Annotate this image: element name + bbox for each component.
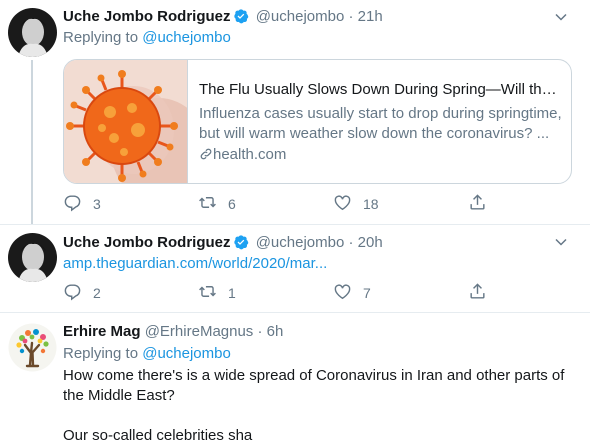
- reply-count: 3: [93, 196, 101, 212]
- card-thumbnail: [64, 60, 188, 183]
- card-domain: health.com: [199, 145, 563, 165]
- tweet-header: Uche Jombo Rodriguez @uchejombo · 20h: [63, 233, 383, 256]
- separator-dot: ·: [348, 8, 354, 25]
- author-name[interactable]: Erhire Mag: [63, 323, 141, 340]
- tweet-header: Uche Jombo Rodriguez @uchejombo · 21h: [63, 7, 383, 30]
- tweet-text-line-2: the Middle East?: [63, 387, 175, 404]
- author-handle[interactable]: @ErhireMagnus: [145, 323, 254, 340]
- reply-button[interactable]: 3: [63, 194, 101, 214]
- tweet-link[interactable]: amp.theguardian.com/world/2020/mar...: [63, 255, 327, 272]
- timestamp[interactable]: 21h: [358, 8, 383, 25]
- verified-badge-icon: [233, 8, 249, 30]
- replying-to-handle[interactable]: @uchejombo: [142, 345, 231, 362]
- reply-icon: [63, 282, 82, 304]
- timestamp[interactable]: 6h: [267, 323, 284, 340]
- avatar[interactable]: [8, 323, 57, 372]
- author-handle[interactable]: @uchejombo: [256, 8, 345, 25]
- verified-badge-icon: [233, 234, 249, 256]
- tweet-text-line-3: Our so-called celebrities sha: [63, 427, 253, 444]
- avatar-tree-logo: [8, 323, 57, 372]
- separator-dot: ·: [348, 234, 354, 251]
- timestamp[interactable]: 20h: [358, 234, 383, 251]
- card-domain-text: health.com: [213, 146, 287, 163]
- author-name[interactable]: Uche Jombo Rodriguez: [63, 8, 231, 25]
- retweet-count: 6: [228, 196, 236, 212]
- reply-count: 2: [93, 285, 101, 301]
- like-icon: [333, 193, 352, 215]
- card-body: The Flu Usually Slows Down During Spring…: [199, 80, 563, 165]
- chevron-down-icon[interactable]: [554, 235, 568, 249]
- link-card[interactable]: The Flu Usually Slows Down During Spring…: [63, 59, 572, 184]
- tweet-text: amp.theguardian.com/world/2020/mar...: [63, 254, 563, 274]
- retweet-count: 1: [228, 285, 236, 301]
- like-button[interactable]: 18: [333, 194, 379, 214]
- author-handle[interactable]: @uchejombo: [256, 234, 345, 251]
- replying-to: Replying to @uchejombo: [63, 344, 231, 364]
- tweet-actions: 3 6 18: [63, 194, 503, 214]
- retweet-button[interactable]: 1: [198, 283, 236, 303]
- author-name[interactable]: Uche Jombo Rodriguez: [63, 234, 231, 251]
- avatar[interactable]: [8, 233, 57, 282]
- tweet-3[interactable]: Erhire Mag @ErhireMagnus · 6h Replying t…: [0, 313, 590, 447]
- avatar-photo: [8, 233, 57, 282]
- share-button[interactable]: [468, 194, 487, 214]
- link-icon: [199, 146, 213, 163]
- separator-dot: ·: [257, 323, 263, 340]
- share-icon: [468, 282, 487, 304]
- tweet-header: Erhire Mag @ErhireMagnus · 6h: [63, 322, 283, 342]
- like-count: 18: [363, 196, 379, 212]
- tweet-1[interactable]: Uche Jombo Rodriguez @uchejombo · 21h Re…: [0, 0, 590, 224]
- thread-line: [31, 60, 33, 224]
- avatar[interactable]: [8, 8, 57, 57]
- card-description-line-2: but will warm weather slow down the coro…: [199, 125, 550, 142]
- like-button[interactable]: 7: [333, 283, 371, 303]
- retweet-icon: [198, 282, 217, 304]
- like-icon: [333, 282, 352, 304]
- chevron-down-icon[interactable]: [554, 10, 568, 24]
- replying-to-label: Replying to: [63, 29, 139, 46]
- reply-icon: [63, 193, 82, 215]
- retweet-icon: [198, 193, 217, 215]
- share-button[interactable]: [468, 283, 487, 303]
- card-title: The Flu Usually Slows Down During Spring…: [199, 81, 563, 98]
- card-description-line-1: Influenza cases usually start to drop du…: [199, 105, 562, 122]
- share-icon: [468, 193, 487, 215]
- reply-button[interactable]: 2: [63, 283, 101, 303]
- avatar-photo: [8, 8, 57, 57]
- replying-to: Replying to @uchejombo: [63, 28, 231, 48]
- replying-to-handle[interactable]: @uchejombo: [142, 29, 231, 46]
- retweet-button[interactable]: 6: [198, 194, 236, 214]
- like-count: 7: [363, 285, 371, 301]
- replying-to-label: Replying to: [63, 345, 139, 362]
- tweet-text: How come there's is a wide spread of Cor…: [63, 366, 565, 446]
- card-description: Influenza cases usually start to drop du…: [199, 104, 563, 144]
- tweet-text-line-1: How come there's is a wide spread of Cor…: [63, 367, 565, 384]
- tweet-actions: 2 1 7: [63, 283, 503, 303]
- tweet-2[interactable]: Uche Jombo Rodriguez @uchejombo · 20h am…: [0, 225, 590, 312]
